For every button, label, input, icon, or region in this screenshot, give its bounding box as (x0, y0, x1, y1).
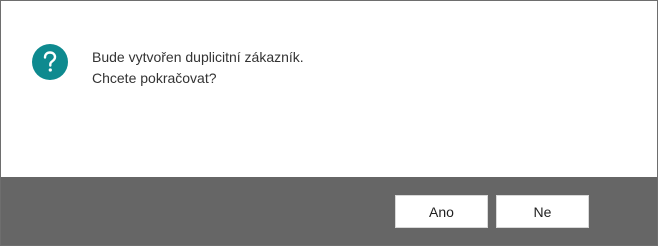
confirm-dialog: Bude vytvořen duplicitní zákazník. Chcet… (0, 0, 658, 246)
question-mark-glyph (43, 51, 57, 72)
yes-button[interactable]: Ano (395, 195, 488, 228)
dialog-footer: Ano Ne (1, 177, 657, 245)
dialog-body: Bude vytvořen duplicitní zákazník. Chcet… (1, 1, 657, 177)
dialog-message: Bude vytvořen duplicitní zákazník. Chcet… (92, 47, 304, 89)
question-mark-icon (32, 44, 68, 80)
message-line-2: Chcete pokračovat? (92, 70, 217, 86)
message-line-1: Bude vytvořen duplicitní zákazník. (92, 49, 304, 65)
no-button[interactable]: Ne (496, 195, 589, 228)
